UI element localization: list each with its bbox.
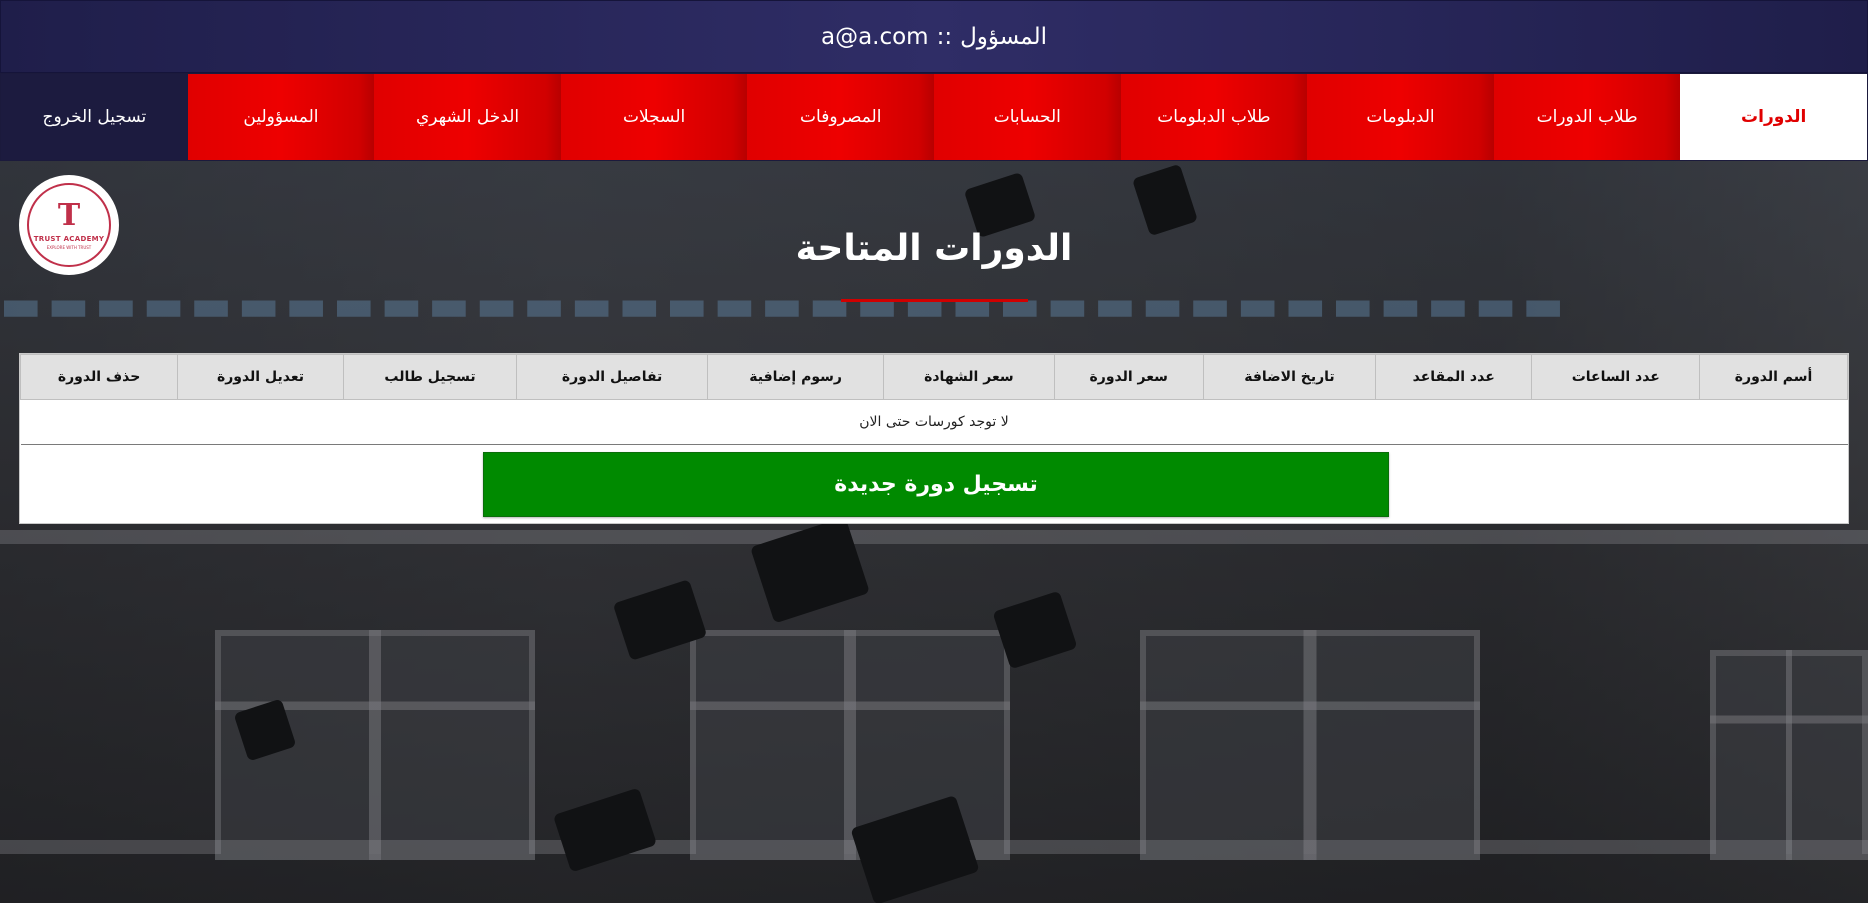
column-header-seats: عدد المقاعد <box>1374 354 1533 400</box>
background-ledge <box>0 530 1868 544</box>
column-header-date-added: تاريخ الاضافة <box>1202 354 1377 400</box>
column-header-course-details: تفاصيل الدورة <box>516 354 708 400</box>
nav-item-course-students[interactable]: طلاب الدورات <box>1493 74 1681 160</box>
column-header-certificate-price: سعر الشهادة <box>883 354 1055 400</box>
background-window <box>1710 650 1868 860</box>
nav-item-diploma-students[interactable]: طلاب الدبلومات <box>1120 74 1308 160</box>
graduation-cap <box>1131 163 1199 237</box>
background-photo: ▬▬▬▬▬▬▬▬▬▬▬▬▬▬▬▬▬▬▬▬▬▬▬▬▬▬▬▬▬▬▬▬▬ <box>0 160 1868 903</box>
background-window <box>1140 630 1480 860</box>
user-role: المسؤول <box>960 23 1048 50</box>
column-header-register-student: تسجيل طالب <box>342 354 518 400</box>
courses-table: أسم الدورة عدد الساعات عدد المقاعد تاريخ… <box>19 354 1848 445</box>
column-header-course-name: أسم الدورة <box>1699 354 1848 400</box>
nav-item-expenses[interactable]: المصروفات <box>747 74 935 160</box>
nav-item-diplomas[interactable]: الدبلومات <box>1307 74 1494 160</box>
add-course-button[interactable]: تسجيل دورة جديدة <box>483 452 1389 517</box>
user-email: a@a.com <box>820 23 929 50</box>
title-underline <box>841 299 1028 302</box>
main-nav: الدورات طلاب الدورات الدبلومات طلاب الدب… <box>0 73 1868 161</box>
column-header-extra-fees: رسوم إضافية <box>706 354 885 400</box>
nav-item-admins[interactable]: المسؤولين <box>187 74 375 160</box>
background-building-banner: ▬▬▬▬▬▬▬▬▬▬▬▬▬▬▬▬▬▬▬▬▬▬▬▬▬▬▬▬▬▬▬▬▬ <box>0 280 1570 331</box>
empty-message: لا توجد كورسات حتى الان <box>20 399 1848 445</box>
column-header-hours: عدد الساعات <box>1531 354 1701 400</box>
header-separator: :: <box>936 23 953 50</box>
column-header-course-price: سعر الدورة <box>1053 354 1204 400</box>
nav-item-records[interactable]: السجلات <box>560 74 748 160</box>
table-header-row: أسم الدورة عدد الساعات عدد المقاعد تاريخ… <box>19 354 1848 400</box>
graduation-cap <box>552 787 658 873</box>
logout-button[interactable]: تسجيل الخروج <box>1 74 188 160</box>
nav-item-monthly-income[interactable]: الدخل الشهري <box>374 74 561 160</box>
logo-glyph: T <box>57 197 81 233</box>
column-header-edit-course: تعديل الدورة <box>177 354 344 400</box>
column-header-delete-course: حذف الدورة <box>19 354 179 400</box>
table-row: لا توجد كورسات حتى الان <box>20 399 1848 445</box>
courses-panel: أسم الدورة عدد الساعات عدد المقاعد تاريخ… <box>19 353 1849 524</box>
page-title: الدورات المتاحة <box>795 228 1073 269</box>
nav-item-courses[interactable]: الدورات <box>1680 74 1867 160</box>
top-header: a@a.com :: المسؤول <box>0 0 1868 73</box>
nav-item-accounts[interactable]: الحسابات <box>934 74 1121 160</box>
